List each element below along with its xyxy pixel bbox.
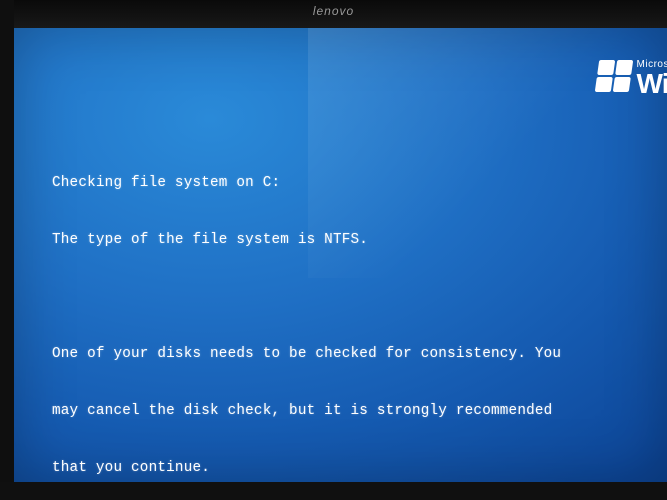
laptop-bezel-left bbox=[0, 0, 14, 500]
windows-logo: Micros Wi bbox=[597, 60, 667, 98]
chkdsk-output: Checking file system on C: The type of t… bbox=[52, 136, 647, 482]
boot-screen: Micros Wi Checking file system on C: The… bbox=[14, 28, 667, 482]
windows-flag-icon bbox=[594, 60, 632, 92]
logo-text-bottom: Wi bbox=[637, 70, 667, 98]
chkdsk-consistency-2: may cancel the disk check, but it is str… bbox=[52, 402, 647, 421]
laptop-bezel-bottom bbox=[0, 482, 667, 500]
chkdsk-line-check: Checking file system on C: bbox=[52, 174, 647, 193]
chkdsk-line-fstype: The type of the file system is NTFS. bbox=[52, 231, 647, 250]
laptop-brand-logo: lenovo bbox=[313, 4, 354, 18]
chkdsk-consistency-3: that you continue. bbox=[52, 459, 647, 478]
chkdsk-consistency-1: One of your disks needs to be checked fo… bbox=[52, 345, 647, 364]
